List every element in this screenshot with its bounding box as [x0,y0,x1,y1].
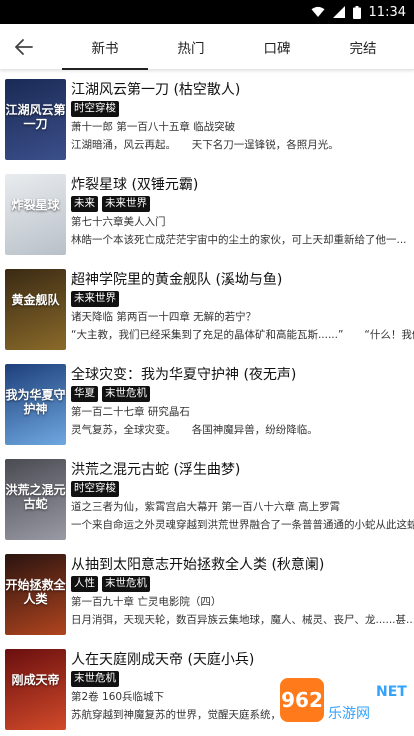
book-title[interactable]: 全球灾变：我为华夏守护神 (夜无声) [71,366,414,384]
book-title[interactable]: 炸裂星球 (双锤元霸) [71,176,414,194]
book-title[interactable]: 从抽到太阳意志开始拯救全人类 (秋意阑) [71,556,414,574]
book-tags: 时空穿梭 [71,101,414,117]
book-cover-title: 开始拯救全人类 [5,578,66,606]
book-list-item[interactable]: 洪荒之混元古蛇 洪荒之混元古蛇 (浮生曲梦) 时空穿梭道之三者为仙，紫霄宫启大幕开 … [0,451,414,546]
book-cover[interactable]: 刚成天帝 [5,649,66,730]
book-cover-title: 黄金舰队 [11,293,60,307]
watermark-logo-text: 962 [281,688,323,712]
genre-tag: 末世危机 [102,386,150,402]
watermark-net: NET [376,684,407,700]
genre-tag: 人性 [71,576,98,592]
book-tags: 华夏 末世危机 [71,386,414,402]
genre-tag: 时空穿梭 [71,481,119,497]
book-list-item[interactable]: 黄金舰队 超神学院里的黄金舰队 (溪坳与鱼) 未来世界诸天降临 第两百一十四章 无解… [0,261,414,356]
book-cover[interactable]: 黄金舰队 [5,269,66,350]
tab-label: 口碑 [263,41,291,57]
book-description: 江湖暗涌，风云再起。 天下名刀一逞锋锐，各照月光。 [71,139,339,151]
genre-tag: 时空穿梭 [71,101,119,117]
tab-label: 新书 [91,41,119,57]
latest-chapter: 道之三者为仙，紫霄宫启大幕开 第一百八十六章 高上罗霄 [71,501,341,513]
book-cover[interactable]: 江湖风云第一刀 [5,79,66,160]
wifi-icon [311,6,325,17]
book-list-item[interactable]: 开始拯救全人类 从抽到太阳意志开始拯救全人类 (秋意阑) 人性 末世危机第一百九十章 … [0,546,414,641]
status-bar: 11:34 [0,0,414,24]
book-info: 超神学院里的黄金舰队 (溪坳与鱼) 未来世界诸天降临 第两百一十四章 无解的若宁？… [71,271,414,342]
book-info: 全球灾变：我为华夏守护神 (夜无声) 华夏 末世危机第一百二十七章 研究晶石灵气复苏… [71,366,414,437]
latest-chapter: 诸天降临 第两百一十四章 无解的若宁？ [71,311,257,323]
genre-tag: 未来世界 [102,196,150,212]
book-cover[interactable]: 洪荒之混元古蛇 [5,459,66,540]
book-info: 从抽到太阳意志开始拯救全人类 (秋意阑) 人性 末世危机第一百九十章 亡灵电影院（四… [71,556,414,627]
book-cover-title: 炸裂星球 [11,198,60,212]
book-title[interactable]: 超神学院里的黄金舰队 (溪坳与鱼) [71,271,414,289]
watermark-subtitle: 乐游网 [328,706,370,722]
tab-new-books[interactable]: 新书 [62,24,148,70]
latest-chapter: 第一百九十章 亡灵电影院（四） [71,596,222,608]
tab-reputation[interactable]: 口碑 [234,24,320,70]
book-description: 林皓一个本该死亡成茫茫宇宙中的尘土的家伙，可上天却重新给了他一... [71,234,407,246]
genre-tag: 末世危机 [71,671,119,687]
book-list-item[interactable]: 江湖风云第一刀 江湖风云第一刀 (枯空散人) 时空穿梭萧十一郎 第一百八十五章 临战… [0,71,414,166]
tab-label: 热门 [177,41,205,57]
tab-completed[interactable]: 完结 [320,24,406,70]
book-description: “大主教，我们已经采集到了充足的晶体矿和高能瓦斯......” “什么！我们 [71,329,414,341]
book-cover[interactable]: 炸裂星球 [5,174,66,255]
book-list-item[interactable]: 我为华夏守护神 全球灾变：我为华夏守护神 (夜无声) 华夏 末世危机第一百二十七章 研… [0,356,414,451]
genre-tag: 未来世界 [71,291,119,307]
book-info: 洪荒之混元古蛇 (浮生曲梦) 时空穿梭道之三者为仙，紫霄宫启大幕开 第一百八十六章… [71,461,414,532]
genre-tag: 未来 [71,196,98,212]
book-description: 一个来自命运之外灵魂穿越到洪荒世界融合了一条普普通通的小蛇从此这蛇... [71,519,414,531]
book-cover-title: 刚成天帝 [11,673,60,687]
app-bar: 新书 热门 口碑 完结 [0,24,414,70]
status-time: 11:34 [368,4,406,20]
book-cover[interactable]: 开始拯救全人类 [5,554,66,635]
book-tags: 未来 未来世界 [71,196,414,212]
latest-chapter: 第七十六章美人入门 [71,216,166,228]
book-title[interactable]: 洪荒之混元古蛇 (浮生曲梦) [71,461,414,479]
tab-bar: 新书 热门 口碑 完结 [62,24,414,70]
genre-tag: 华夏 [71,386,98,402]
back-button[interactable] [10,33,38,61]
book-title[interactable]: 人在天庭刚成天帝 (天庭小兵) [71,651,414,669]
book-title[interactable]: 江湖风云第一刀 (枯空散人) [71,81,414,99]
latest-chapter: 第一百二十七章 研究晶石 [71,406,190,418]
book-description: 灵气复苏，全球灾变。 各国神魔异兽，纷纷降临。 [71,424,318,436]
book-list: 江湖风云第一刀 江湖风云第一刀 (枯空散人) 时空穿梭 萧十一郎 第一百八十五章 临战… [0,71,414,736]
book-tags: 未来世界 [71,291,414,307]
genre-tag: 末世危机 [102,576,150,592]
watermark-logo: 962 [280,678,324,722]
tab-popular[interactable]: 热门 [148,24,234,70]
book-cover-title: 我为华夏守护神 [5,388,66,416]
book-info: 江湖风云第一刀 (枯空散人) 时空穿梭萧十一郎 第一百八十五章 临战突破江湖暗涌，… [71,81,414,152]
book-cover[interactable]: 我为华夏守护神 [5,364,66,445]
latest-chapter: 萧十一郎 第一百八十五章 临战突破 [71,121,236,133]
site-watermark: 962 NET 乐游网 [280,678,410,730]
book-cover-title: 江湖风云第一刀 [5,103,66,131]
book-description: 日月消弭，天现天轮，数百异族云集地球，魔人、械灵、丧尸、龙......甚... [71,614,414,626]
book-info: 炸裂星球 (双锤元霸) 未来 未来世界第七十六章美人入门林皓一个本该死亡成茫茫宇宙中… [71,176,414,247]
tab-label: 完结 [349,41,377,57]
signal-icon [332,6,345,18]
book-tags: 人性 末世危机 [71,576,414,592]
book-tags: 时空穿梭 [71,481,414,497]
battery-icon [352,5,361,19]
arrow-left-icon [15,39,33,55]
book-list-item[interactable]: 炸裂星球 炸裂星球 (双锤元霸) 未来 未来世界第七十六章美人入门林皓一个本该死亡成茫… [0,166,414,261]
book-cover-title: 洪荒之混元古蛇 [5,483,66,511]
